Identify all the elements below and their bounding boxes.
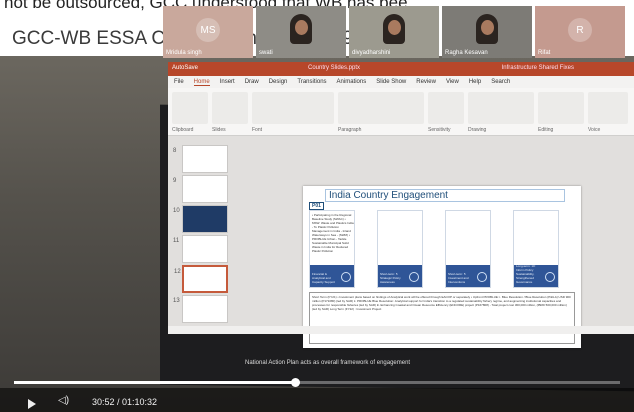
status-bar bbox=[168, 326, 634, 334]
slide-column-footer: Financial & Analytical and Capacity Supp… bbox=[310, 265, 354, 287]
participant-avatar: R bbox=[568, 18, 592, 42]
slide-thumbnail[interactable]: 8 bbox=[173, 145, 228, 173]
ribbon-group-label: Font bbox=[252, 127, 263, 133]
ribbon-group[interactable] bbox=[338, 92, 424, 124]
ribbon-tab[interactable]: Draw bbox=[245, 79, 259, 85]
ribbon-tab[interactable]: Transitions bbox=[297, 79, 326, 85]
ribbon-group-label: Slides bbox=[212, 127, 226, 133]
ribbon-group-label: Clipboard bbox=[172, 127, 194, 133]
slide-thumbnail[interactable]: 13 bbox=[173, 295, 228, 323]
ribbon-group[interactable] bbox=[468, 92, 534, 124]
ribbon-tab[interactable]: Slide Show bbox=[376, 79, 406, 85]
ribbon-tab[interactable]: View bbox=[446, 79, 459, 85]
participant-tile[interactable]: Ragha Kesavan bbox=[442, 6, 532, 58]
ribbon-group[interactable] bbox=[428, 92, 464, 124]
ribbon-tab-bar: File Home Insert Draw Design Transitions Anima… bbox=[168, 76, 634, 88]
document-title: Country Slides.pptx bbox=[308, 65, 361, 71]
ribbon-group[interactable] bbox=[212, 92, 248, 124]
ribbon-tab[interactable]: Review bbox=[416, 79, 436, 85]
slide-column-footer-text: Financial & Analytical and Capacity Supp… bbox=[312, 272, 336, 284]
slide-column-footer-text: Short-term: 5 Investment and Interventio… bbox=[448, 272, 469, 284]
current-slide[interactable]: India Country Engagement P01 • Participa… bbox=[303, 186, 581, 348]
seek-bar-handle[interactable] bbox=[291, 378, 300, 387]
ribbon-tab[interactable]: Search bbox=[491, 79, 510, 85]
seek-bar-fill bbox=[14, 381, 295, 384]
participant-name: divyadharshini bbox=[352, 50, 391, 56]
below-slide-text: National Action Plan acts as overall fra… bbox=[245, 360, 411, 366]
ribbon-group-label: Drawing bbox=[468, 127, 487, 133]
ribbon-group-label: Paragraph bbox=[338, 127, 362, 133]
participant-avatar: MS bbox=[196, 18, 220, 42]
slide-thumbnail-number: 11 bbox=[173, 238, 180, 244]
ribbon-tab[interactable]: File bbox=[174, 79, 184, 85]
participant-face bbox=[295, 20, 308, 35]
slide-column[interactable]: Long-term: 10: Inform Policy Sustainabil… bbox=[513, 210, 559, 288]
autosave-toggle[interactable]: AutoSave bbox=[172, 65, 198, 71]
ribbon-group[interactable] bbox=[172, 92, 208, 124]
ribbon-group[interactable] bbox=[588, 92, 628, 124]
participant-tile[interactable]: R Rifat bbox=[535, 6, 625, 58]
participant-name: Ragha Kesavan bbox=[445, 50, 488, 56]
slide-thumbnails: 8 9 10 11 12 13 bbox=[170, 145, 232, 323]
ribbon-tab[interactable]: Design bbox=[269, 79, 288, 85]
slide-tag: P01 bbox=[309, 202, 324, 210]
slide-notes-box[interactable]: Short Term (FY21) • Investment plans bas… bbox=[309, 292, 575, 344]
slide-column[interactable]: • Participating in the Regional Baseline… bbox=[309, 210, 355, 288]
column-icon bbox=[341, 272, 351, 282]
ribbon-tab[interactable]: Home bbox=[193, 79, 210, 86]
play-icon[interactable] bbox=[28, 399, 36, 409]
participant-strip: MS Mridula singh swati divyadharshini Ragha … bbox=[163, 6, 634, 58]
ribbon-group-label: Sensitivity bbox=[428, 127, 451, 133]
ribbon-group[interactable] bbox=[538, 92, 584, 124]
slide-thumbnail[interactable]: 12 bbox=[174, 265, 228, 293]
slide-title[interactable]: India Country Engagement bbox=[325, 189, 565, 202]
column-icon bbox=[409, 272, 419, 282]
slide-thumbnail-number: 13 bbox=[173, 298, 180, 304]
slide-column-footer-text: Short-term: 5 Strategic Policy Awareness bbox=[380, 272, 401, 284]
slide-column-text: • Participating in the Regional Baseline… bbox=[312, 213, 354, 253]
ribbon-group[interactable] bbox=[252, 92, 334, 124]
column-icon bbox=[477, 272, 487, 282]
slide-column-footer: Short-term: 5 Strategic Policy Awareness bbox=[378, 265, 422, 287]
seek-bar[interactable] bbox=[14, 378, 620, 387]
slide-column[interactable]: Short-term: 5 Investment and Interventio… bbox=[445, 210, 491, 288]
participant-tile[interactable]: divyadharshini bbox=[349, 6, 439, 58]
ribbon-tab[interactable]: Help bbox=[469, 79, 481, 85]
participant-face bbox=[388, 20, 401, 35]
slide-thumbnail[interactable]: 10 bbox=[173, 205, 228, 233]
slide-thumbnail[interactable]: 9 bbox=[173, 175, 228, 203]
slide-thumbnail-number: 12 bbox=[174, 269, 181, 275]
slide-thumbnail-number: 10 bbox=[173, 208, 180, 214]
ribbon-group-label: Editing bbox=[538, 127, 554, 133]
column-icon bbox=[545, 272, 555, 282]
slide-thumbnail-number: 9 bbox=[173, 178, 177, 184]
ribbon: Clipboard Slides Font Paragraph Sensitivity D… bbox=[168, 88, 634, 136]
ribbon-tab[interactable]: Insert bbox=[220, 79, 235, 85]
slide-column-footer-text: Long-term: 10: Inform Policy Sustainabil… bbox=[516, 264, 536, 284]
powerpoint-titlebar: AutoSave Country Slides.pptx Infrastruct… bbox=[168, 62, 634, 76]
ribbon-group-label: Voice bbox=[588, 127, 601, 133]
volume-icon[interactable]: ◁) bbox=[58, 395, 69, 406]
timecode: 30:52 / 01:10:32 bbox=[92, 397, 158, 407]
participant-tile[interactable]: swati bbox=[256, 6, 346, 58]
ribbon-tab[interactable]: Animations bbox=[337, 79, 367, 85]
slide-column-footer: Short-term: 5 Investment and Interventio… bbox=[446, 265, 490, 287]
participant-face bbox=[481, 20, 494, 35]
participant-name: Mridula singh bbox=[166, 50, 202, 56]
slide-column-footer: Long-term: 10: Inform Policy Sustainabil… bbox=[514, 264, 558, 287]
slide-thumbnail-number: 8 bbox=[173, 148, 177, 154]
slide-thumbnail[interactable]: 11 bbox=[173, 235, 228, 263]
participant-name: swati bbox=[259, 50, 273, 56]
participant-name: Rifat bbox=[538, 50, 551, 56]
participant-tile[interactable]: MS Mridula singh bbox=[163, 6, 253, 58]
slide-column[interactable]: Short-term: 5 Strategic Policy Awareness bbox=[377, 210, 423, 288]
user-name: Infrastructure Shared Fixes bbox=[501, 65, 574, 71]
